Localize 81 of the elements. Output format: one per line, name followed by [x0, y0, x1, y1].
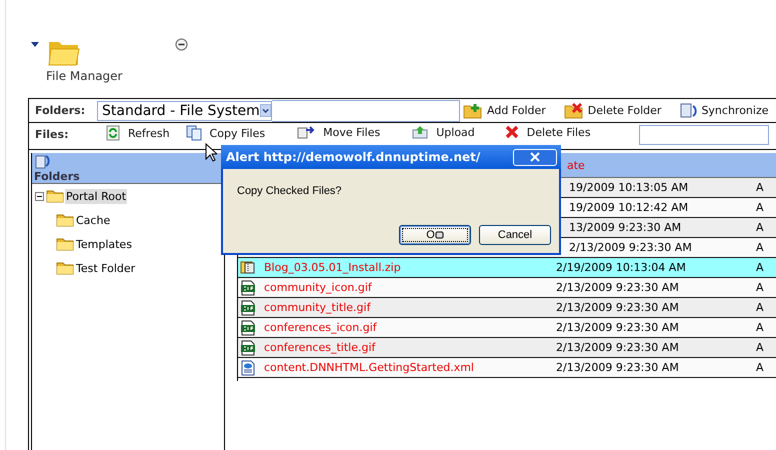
ok-button[interactable]: O: [399, 225, 471, 245]
file-name[interactable]: content.DNNHTML.GettingStarted.xml: [264, 361, 474, 374]
file-row[interactable]: conferences_icon.gif 2/13/2009 9:23:30 AM A: [238, 318, 776, 338]
image-file-icon: [240, 300, 256, 316]
file-name[interactable]: community_icon.gif: [264, 281, 372, 294]
image-file-icon: [240, 320, 256, 336]
close-icon: [529, 152, 541, 162]
file-row[interactable]: community_title.gif 2/13/2009 9:23:30 AM A: [238, 298, 776, 318]
add-folder-icon: [463, 102, 483, 118]
copy-icon: [186, 125, 202, 141]
date-cell-text: 2/13/2009 9:23:30 AM: [556, 281, 680, 294]
attribute-cell: A: [756, 261, 764, 274]
toolbar-button[interactable]: Synchronize: [679, 102, 769, 120]
date-cell-text: 2/13/2009 9:23:30 AM: [568, 241, 693, 254]
date-cell-text: 2/13/2009 9:23:30 AM: [556, 301, 680, 314]
attribute-cell: A: [756, 201, 764, 214]
tree-item[interactable]: Cache: [75, 212, 112, 228]
date-cell-text: 2/13/2009 9:23:30 AM: [556, 361, 680, 374]
tree-item[interactable]: Test Folder: [75, 260, 136, 276]
dialog-title: Alert http://demowolf.dnnuptime.net/: [226, 150, 480, 164]
toolbar-button[interactable]: Delete Files: [504, 125, 591, 139]
folder-name-field[interactable]: [272, 100, 460, 122]
folder-icon: [56, 261, 74, 275]
search-field[interactable]: [638, 125, 769, 145]
caret-icon[interactable]: [31, 42, 39, 47]
image-file-icon: [240, 280, 256, 296]
file-row[interactable]: Blog_03.05.01_Install.zip 2/19/2009 10:13:04 AM A: [238, 258, 776, 278]
folder-icon: [46, 189, 64, 203]
folder-icon: [56, 237, 74, 251]
date-cell-text: 2/19/2009 10:13:04 AM: [556, 261, 687, 274]
attribute-cell: A: [756, 341, 764, 354]
refresh-icon: [106, 125, 120, 141]
close-button[interactable]: [513, 148, 557, 166]
folder-icon: [48, 39, 80, 67]
date-cell-text: 2/13/2009 9:23:30 AM: [556, 321, 680, 334]
file-name[interactable]: conferences_title.gif: [264, 341, 376, 354]
minimize-icon[interactable]: [174, 38, 188, 51]
file-name[interactable]: community_title.gif: [264, 301, 370, 314]
tree-title: Folders: [34, 171, 80, 183]
toolbar-button[interactable]: Copy Files: [186, 125, 266, 141]
delete-folder-icon: [564, 102, 584, 118]
toolbar-button[interactable]: Move Files: [297, 125, 380, 139]
date-cell-text: 2/13/2009 9:23:30 AM: [556, 341, 680, 354]
date-cell-text: 19/2009 10:13:05 AM: [568, 181, 690, 194]
tree-item[interactable]: Portal Root: [65, 188, 128, 204]
toolbar-button[interactable]: Delete Folder: [564, 102, 662, 118]
upload-icon: [412, 125, 428, 139]
delete-icon: [504, 125, 519, 139]
attribute-cell: A: [756, 321, 764, 334]
file-row[interactable]: community_icon.gif 2/13/2009 9:23:30 AM A: [238, 278, 776, 298]
move-icon: [297, 125, 316, 139]
attribute-cell: A: [756, 181, 764, 194]
file-row[interactable]: content.DNNHTML.GettingStarted.xml 2/13/2009 9:23:30 AM A: [238, 358, 776, 378]
dialog-message: Copy Checked Files?: [237, 185, 343, 197]
file-name[interactable]: Blog_03.05.01_Install.zip: [264, 261, 401, 274]
attribute-cell: A: [756, 281, 764, 294]
cancel-button[interactable]: Cancel: [479, 225, 551, 245]
image-file-icon: [240, 340, 256, 356]
sync-icon: [34, 153, 50, 171]
attribute-cell: A: [756, 241, 764, 254]
toolbar-button[interactable]: Refresh: [106, 125, 170, 141]
file-name[interactable]: conferences_icon.gif: [264, 321, 377, 334]
collapse-toggle[interactable]: [35, 192, 44, 200]
attribute-cell: A: [756, 221, 764, 234]
date-cell-text: 19/2009 10:12:42 AM: [568, 201, 690, 214]
folder-icon: [56, 213, 74, 227]
tree-item[interactable]: Templates: [75, 236, 133, 252]
date-cell-text: 13/2009 9:23:30 AM: [568, 221, 682, 234]
toolbar-button[interactable]: Add Folder: [463, 102, 546, 118]
zip-file-icon: [240, 260, 256, 276]
xml-file-icon: [240, 360, 256, 376]
sync-icon: [679, 102, 698, 120]
file-row[interactable]: conferences_title.gif 2/13/2009 9:23:30 AM A: [238, 338, 776, 358]
toolbar-button[interactable]: Upload: [412, 125, 475, 139]
square-icon: [434, 231, 444, 239]
files-label: Files:: [34, 127, 70, 141]
attribute-cell: A: [756, 361, 764, 374]
folder-type-select[interactable]: Standard - File System: [97, 100, 272, 120]
module-title: File Manager: [46, 69, 122, 83]
attribute-cell: A: [756, 301, 764, 314]
folders-label: Folders:: [34, 104, 86, 117]
